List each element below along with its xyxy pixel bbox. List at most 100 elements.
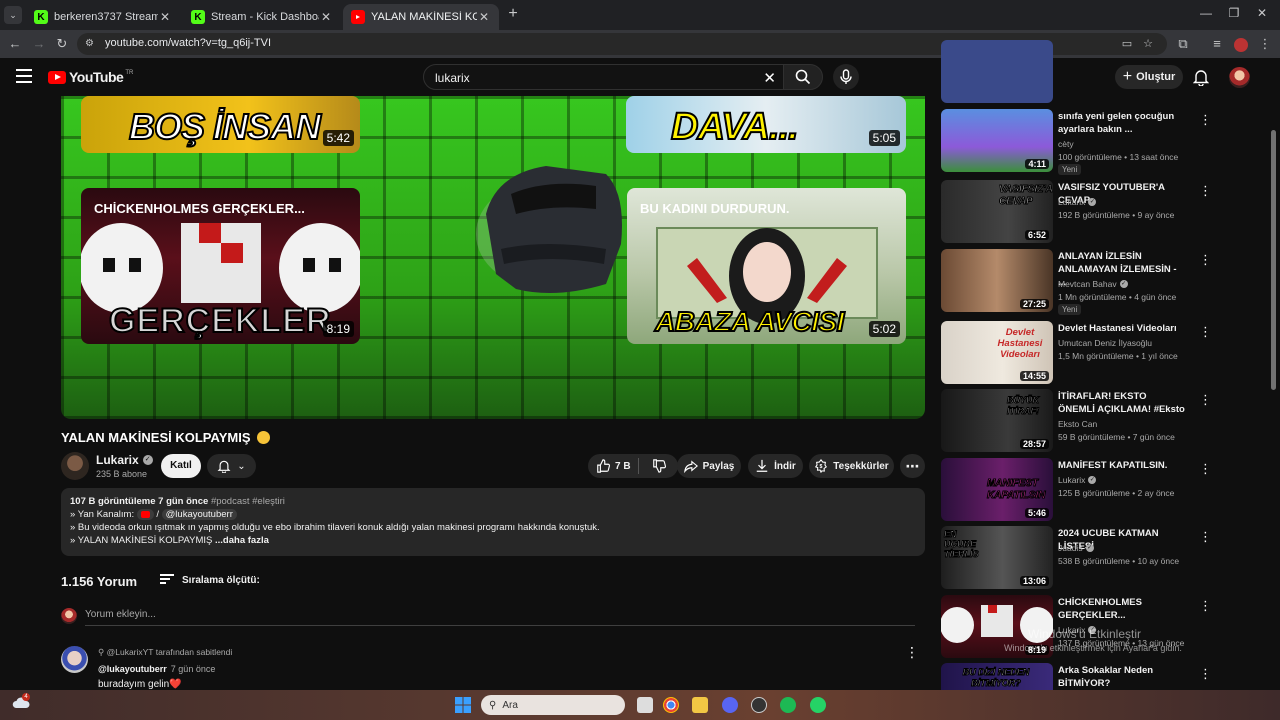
video-thumbnail[interactable]: BÜYÜK İTİRAF! 28:57 (941, 389, 1053, 452)
channel-name-text[interactable]: Juadis (1058, 543, 1083, 553)
channel-name[interactable]: Juadis ✓ (1058, 543, 1094, 553)
end-card-3[interactable]: CHİCKENHOLMES GERÇEKLER... GERÇEKLER 8:1… (81, 188, 360, 344)
voice-search-button[interactable] (833, 64, 859, 90)
show-more-link[interactable]: ...daha fazla (215, 535, 269, 546)
share-button[interactable]: Paylaş (677, 454, 741, 478)
forward-icon[interactable]: → (30, 35, 48, 53)
comment-menu-icon[interactable]: ⋮ (905, 644, 919, 661)
hashtags[interactable]: #podcast #eleştiri (211, 496, 285, 507)
channel-name[interactable]: cèty (1058, 139, 1074, 149)
sidebar-item-9[interactable]: BU DİZİ NEDEN BİTMİYOR? Arka Sokaklar Ne… (941, 663, 1241, 690)
video-menu-icon[interactable]: ⋮ (1199, 252, 1212, 268)
end-card-2[interactable]: DAVA... 5:05 (626, 96, 906, 153)
comment-author[interactable]: @lukayoutuberr 7 gün önce (98, 664, 215, 674)
sidebar-item-partial[interactable] (941, 40, 1241, 104)
end-card-4[interactable]: BU KADINI DURDURUN. ABAZA AVCISI 5:02 (627, 188, 906, 344)
cast-icon[interactable]: ▭ (1120, 37, 1134, 51)
tab-search-button[interactable]: ⌄ (4, 6, 22, 24)
bookmark-star-icon[interactable]: ☆ (1141, 37, 1155, 51)
video-thumbnail[interactable]: EN UCUBE TİERLİS 13:06 (941, 526, 1053, 589)
spotify-icon[interactable] (780, 697, 796, 713)
subscription-bell-button[interactable]: ⌄ (207, 454, 256, 478)
sidebar-item-4[interactable]: Devlet Hastanesi Videoları 14:55 Devlet … (941, 321, 1241, 385)
channel-link[interactable]: @lukayoutuberr (161, 509, 237, 520)
profile-icon[interactable] (1232, 35, 1250, 53)
notifications-bell-icon[interactable] (1192, 68, 1210, 87)
channel-name-text[interactable]: Lukarix (1058, 475, 1085, 485)
channel-name[interactable]: Lukarix ✓ (1058, 475, 1097, 485)
search-input[interactable]: lukarix ✕ (423, 64, 785, 90)
windows-start-icon[interactable] (455, 697, 471, 713)
sidebar-item-6[interactable]: MANIFEST KAPATILSIN 5:46 MANİFEST KAPATI… (941, 458, 1241, 522)
weather-widget-icon[interactable]: 4 (12, 693, 30, 710)
browser-tab-3[interactable]: YALAN MAKİNESİ KOLPAYMIŞ ✕ (343, 4, 499, 30)
search-button[interactable] (783, 64, 823, 90)
video-title[interactable]: MANİFEST KAPATILSIN. (1058, 459, 1186, 472)
sidebar-item-3[interactable]: 27:25 ANLAYAN İZLESİN ANLAMAYAN İZLEMESİ… (941, 249, 1241, 315)
thanks-button[interactable]: $ Teşekkürler (809, 454, 894, 478)
add-comment-input[interactable]: Yorum ekleyin... (85, 609, 156, 620)
video-player[interactable]: BOŞ İNSAN 5:42 DAVA... 5:05 CHİCKENHOLME… (61, 96, 925, 419)
video-thumbnail[interactable]: VASIFSIZ'A CEVAP 6:52 (941, 180, 1053, 243)
close-window-icon[interactable]: ✕ (1252, 6, 1272, 24)
youtube-logo[interactable]: YouTube TR (48, 69, 133, 85)
video-menu-icon[interactable]: ⋮ (1199, 666, 1212, 682)
taskbar-search-input[interactable]: ⚲ Ara (481, 695, 625, 715)
video-thumbnail[interactable]: 27:25 (941, 249, 1053, 312)
browser-tab-2[interactable]: K Stream - Kick Dashboard ✕ (183, 4, 341, 30)
video-menu-icon[interactable]: ⋮ (1199, 529, 1212, 545)
channel-name[interactable]: Lukarix ✓ (96, 453, 153, 467)
close-tab-icon[interactable]: ✕ (319, 10, 333, 24)
channel-name[interactable]: Umutcan Deniz İlyasoğlu (1058, 338, 1152, 348)
reading-list-icon[interactable]: ≡ (1208, 35, 1226, 53)
url-text[interactable]: youtube.com/watch?v=tg_q6ij-TVI (105, 37, 271, 49)
join-button[interactable]: Katıl (161, 454, 201, 478)
youtube-link-chip[interactable] (136, 509, 154, 520)
video-menu-icon[interactable]: ⋮ (1199, 112, 1212, 128)
sort-button[interactable]: Sıralama ölçütü: (160, 574, 260, 586)
video-thumbnail[interactable]: 4:11 (941, 109, 1053, 172)
file-explorer-icon[interactable] (692, 697, 708, 713)
maximize-icon[interactable]: ❐ (1224, 6, 1244, 24)
video-menu-icon[interactable]: ⋮ (1199, 392, 1212, 408)
reload-icon[interactable]: ↻ (53, 35, 71, 53)
hamburger-menu-icon[interactable] (16, 69, 32, 83)
more-actions-icon[interactable]: ⋯ (900, 454, 925, 478)
video-title[interactable]: CHİCKENHOLMES GERÇEKLER... (1058, 596, 1186, 622)
video-title[interactable]: sınıfa yeni gelen çocuğun ayarlara bakın… (1058, 110, 1186, 136)
commenter-avatar[interactable] (61, 646, 88, 673)
browser-menu-icon[interactable]: ⋮ (1256, 35, 1274, 53)
clear-search-icon[interactable]: ✕ (763, 69, 776, 87)
sidebar-item-7[interactable]: EN UCUBE TİERLİS 13:06 2024 UCUBE KATMAN… (941, 526, 1241, 590)
close-tab-icon[interactable]: ✕ (477, 10, 491, 24)
site-info-icon[interactable]: ⚙ (85, 38, 97, 50)
channel-name-text[interactable]: cèty (1058, 139, 1074, 149)
video-thumbnail[interactable]: MANIFEST KAPATILSIN 5:46 (941, 458, 1053, 521)
video-thumbnail[interactable]: BU DİZİ NEDEN BİTMİYOR? (941, 663, 1053, 690)
extensions-icon[interactable]: ⧉ (1174, 35, 1192, 53)
video-title[interactable]: Arka Sokaklar Neden BİTMİYOR? (1058, 664, 1186, 690)
sidebar-item-5[interactable]: BÜYÜK İTİRAF! 28:57 İTİRAFLAR! EKSTO ÖNE… (941, 389, 1241, 453)
sidebar-item-1[interactable]: 4:11 sınıfa yeni gelen çocuğun ayarlara … (941, 109, 1241, 175)
channel-name-text[interactable]: Mevtcan Bahav (1058, 279, 1117, 289)
channel-name[interactable]: Eksto Can (1058, 419, 1097, 429)
chrome-icon[interactable] (663, 697, 679, 713)
task-view-icon[interactable] (637, 697, 653, 713)
account-avatar[interactable] (1229, 67, 1250, 88)
comment-author-name[interactable]: @lukayoutuberr (98, 664, 167, 674)
create-button[interactable]: + Oluştur (1115, 65, 1183, 89)
scrollbar-thumb[interactable] (1271, 130, 1276, 390)
description-box[interactable]: 107 B görüntüleme 7 gün önce #podcast #e… (61, 488, 925, 556)
channel-name-text[interactable]: Umutcan Deniz İlyasoğlu (1058, 338, 1152, 348)
channel-avatar[interactable] (61, 452, 89, 480)
download-button[interactable]: İndir (748, 454, 803, 478)
channel-name-text[interactable]: Lukarix (96, 453, 139, 467)
sidebar-item-2[interactable]: VASIFSIZ'A CEVAP 6:52 VASIFSIZ YOUTUBER'… (941, 180, 1241, 244)
close-tab-icon[interactable]: ✕ (158, 10, 172, 24)
video-menu-icon[interactable]: ⋮ (1199, 598, 1212, 614)
video-menu-icon[interactable]: ⋮ (1199, 461, 1212, 477)
back-icon[interactable]: ← (6, 35, 24, 53)
video-title[interactable]: İTİRAFLAR! EKSTO ÖNEMLİ AÇIKLAMA! #Eksto (1058, 390, 1186, 416)
like-button[interactable]: 7 B (596, 459, 631, 473)
comment-time[interactable]: 7 gün önce (171, 664, 216, 674)
